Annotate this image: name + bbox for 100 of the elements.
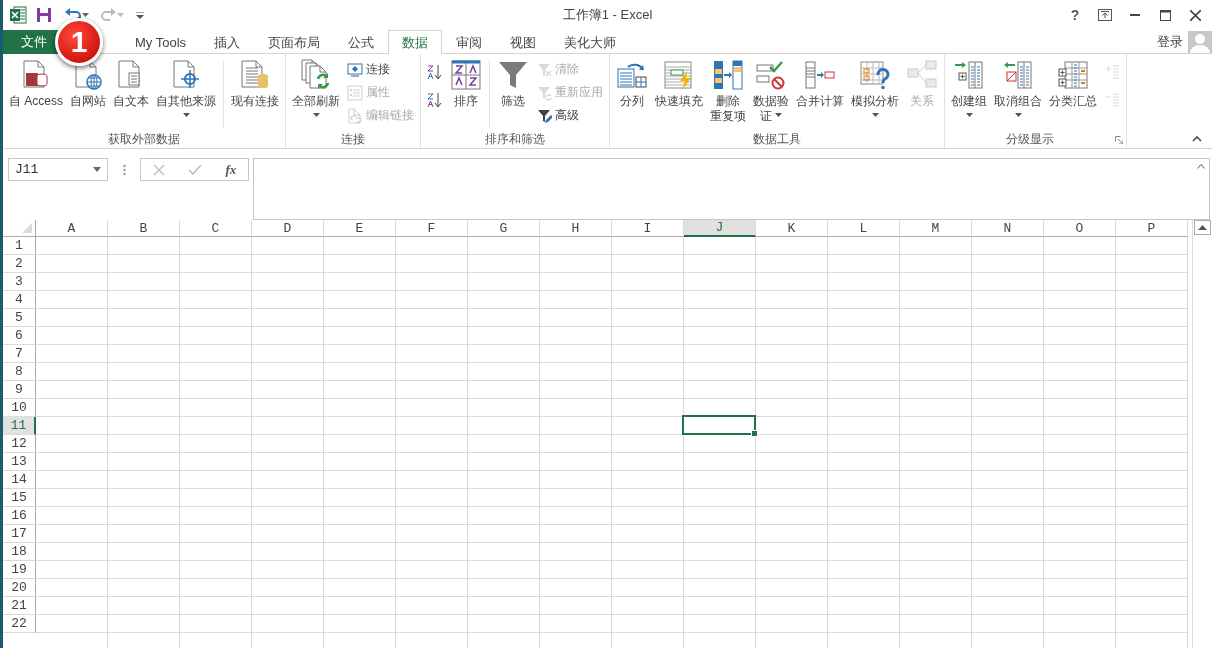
column-header[interactable]: I <box>612 220 684 237</box>
ribbon-tab[interactable]: 插入 <box>200 30 255 54</box>
row-header[interactable]: 9 <box>3 381 36 399</box>
row-header[interactable]: 2 <box>3 255 36 273</box>
caret-icon <box>93 167 101 172</box>
collapse-formula-button[interactable] <box>1197 164 1205 169</box>
row-header[interactable]: 5 <box>3 309 36 327</box>
cell-cursor[interactable] <box>682 415 756 435</box>
ribbon-button[interactable]: 创建组 <box>948 57 990 126</box>
column-header[interactable]: C <box>180 220 252 237</box>
ribbon-button[interactable]: 合并计算 <box>793 57 847 111</box>
ribbon-button[interactable]: 数据验 证 <box>750 57 792 126</box>
consolidate-icon <box>804 59 836 91</box>
ribbon-tab[interactable]: 审阅 <box>442 30 497 54</box>
ribbon-button[interactable]: 快速填充 <box>652 57 706 111</box>
column-header[interactable]: E <box>324 220 396 237</box>
step-number-tooltip: 1 <box>55 18 103 66</box>
column-header[interactable]: B <box>108 220 180 237</box>
ribbon-button[interactable]: 分列 <box>613 57 651 111</box>
what-if-icon <box>859 59 891 91</box>
window-title: 工作簿1 - Excel <box>562 7 653 22</box>
column-header[interactable]: P <box>1116 220 1188 237</box>
row-header[interactable]: 17 <box>3 525 36 543</box>
ribbon-tab[interactable]: 公式 <box>334 30 389 54</box>
remove-duplicates-icon <box>712 59 744 91</box>
column-header[interactable]: L <box>828 220 900 237</box>
cancel-icon <box>152 163 165 176</box>
ribbon-button[interactable]: 高级 <box>533 105 606 126</box>
group-icon <box>953 59 985 91</box>
row-header[interactable]: 22 <box>3 615 36 633</box>
row-header[interactable]: 12 <box>3 435 36 453</box>
caret-icon <box>117 13 124 17</box>
row-header[interactable]: 6 <box>3 327 36 345</box>
ribbon-tab[interactable]: 美化大师 <box>550 30 631 54</box>
name-box[interactable]: J11 <box>8 158 108 181</box>
chevron-up-icon <box>1197 164 1205 169</box>
row-header[interactable]: 8 <box>3 363 36 381</box>
row-header[interactable]: 16 <box>3 507 36 525</box>
row-header[interactable]: 21 <box>3 597 36 615</box>
group-label: 获取外部数据 <box>107 131 181 148</box>
minimize-icon <box>1130 14 1140 16</box>
help-button[interactable]: ? <box>1062 3 1088 27</box>
column-header[interactable]: K <box>756 220 828 237</box>
dialog-launcher-button[interactable] <box>1115 136 1123 144</box>
check-icon <box>188 163 203 176</box>
row-header[interactable]: 13 <box>3 453 36 471</box>
edit-links-icon <box>347 107 363 124</box>
ribbon-tab[interactable]: 页面布局 <box>254 30 335 54</box>
ribbon-tab[interactable]: 视图 <box>496 30 551 54</box>
row-header[interactable]: 18 <box>3 543 36 561</box>
ribbon-button[interactable]: 自其他来源 <box>153 57 219 126</box>
row-header[interactable]: 1 <box>3 237 36 255</box>
ribbon-button[interactable]: 排序 <box>447 57 485 111</box>
ribbon-button[interactable]: 连接 <box>344 59 417 80</box>
properties-icon <box>347 84 363 101</box>
column-header[interactable]: H <box>540 220 612 237</box>
fill-handle[interactable] <box>751 430 758 437</box>
ribbon-display-icon <box>1098 9 1112 21</box>
subtotal-icon <box>1057 59 1089 91</box>
column-header[interactable]: A <box>36 220 108 237</box>
ribbon-button[interactable]: 取消组合 <box>991 57 1045 126</box>
ribbon-button[interactable]: 现有连接 <box>228 57 282 111</box>
ribbon-tab[interactable]: 数据 <box>388 30 443 54</box>
customize-toolbar-button[interactable] <box>133 9 147 21</box>
clear-filter-icon <box>536 61 552 78</box>
ribbon-button[interactable]: 模拟分析 <box>848 57 902 126</box>
row-header[interactable]: 4 <box>3 291 36 309</box>
ribbon-button[interactable]: 筛选 <box>494 57 532 111</box>
row-header[interactable]: 15 <box>3 489 36 507</box>
data-source-icon <box>170 59 202 91</box>
column-header[interactable]: N <box>972 220 1044 237</box>
ribbon-button[interactable]: 全部刷新 <box>289 57 343 126</box>
column-header[interactable]: M <box>900 220 972 237</box>
sort-descending-icon <box>427 92 443 108</box>
maximize-icon <box>1159 9 1171 21</box>
row-header[interactable]: 14 <box>3 471 36 489</box>
formula-field[interactable] <box>253 158 1210 220</box>
reapply-icon <box>536 84 552 101</box>
row-header[interactable]: 20 <box>3 579 36 597</box>
row-header[interactable]: 3 <box>3 273 36 291</box>
ribbon-button[interactable]: 删除 重复项 <box>707 57 749 126</box>
column-header[interactable]: O <box>1044 220 1116 237</box>
column-header[interactable]: G <box>468 220 540 237</box>
column-header[interactable]: J <box>684 220 756 237</box>
row-header[interactable]: 19 <box>3 561 36 579</box>
ribbon-button[interactable]: 分类汇总 <box>1046 57 1100 111</box>
insert-function-button[interactable]: fx <box>225 161 237 178</box>
row-header[interactable]: 7 <box>3 345 36 363</box>
sign-in-button[interactable]: 登录 <box>1157 30 1212 53</box>
ribbon-tab[interactable]: My Tools <box>121 30 201 54</box>
row-header[interactable]: 11 <box>3 417 36 435</box>
column-header[interactable]: D <box>252 220 324 237</box>
scroll-up-button[interactable] <box>1194 220 1211 235</box>
row-header[interactable]: 10 <box>3 399 36 417</box>
ungroup-icon <box>1002 59 1034 91</box>
cell-grid[interactable] <box>36 237 1188 648</box>
ribbon-button[interactable]: 自文本 <box>110 57 152 111</box>
column-header[interactable]: F <box>396 220 468 237</box>
sort-dialog-icon <box>450 59 482 91</box>
sort-ascending-icon <box>427 64 443 80</box>
